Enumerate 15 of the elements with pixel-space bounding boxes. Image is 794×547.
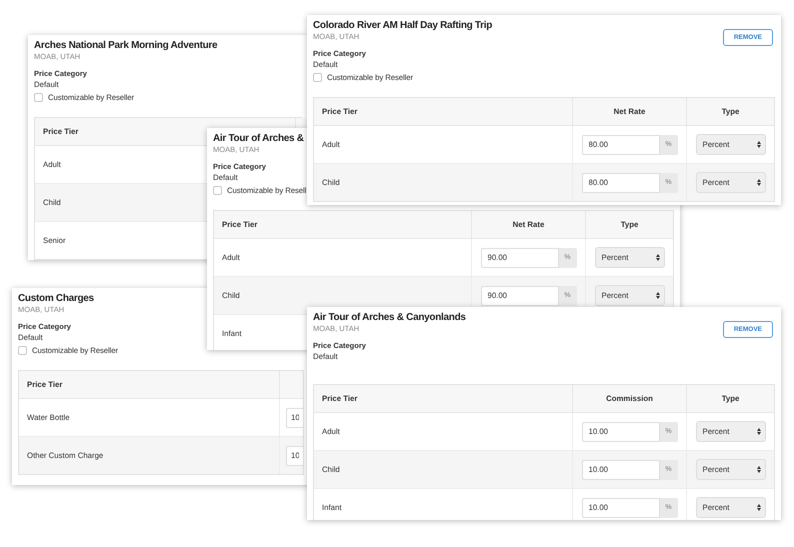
caret-icon [756,179,760,186]
checkbox[interactable] [34,93,43,102]
caret-icon [656,254,660,261]
caret-icon [756,504,760,511]
caret-icon [756,141,760,148]
card-title: Air Tour of Arches & Canyonlands [313,311,466,324]
checkbox[interactable] [213,186,222,195]
checkbox[interactable] [18,346,27,355]
card-title: Colorado River AM Half Day Rafting Trip [313,19,492,32]
caret-icon [756,466,760,473]
caret-icon [656,292,660,299]
card-title: Arches National Park Morning Adventure [34,39,218,52]
checkbox[interactable] [313,73,322,82]
card-title: Custom Charges [18,292,94,305]
caret-icon [756,428,760,435]
